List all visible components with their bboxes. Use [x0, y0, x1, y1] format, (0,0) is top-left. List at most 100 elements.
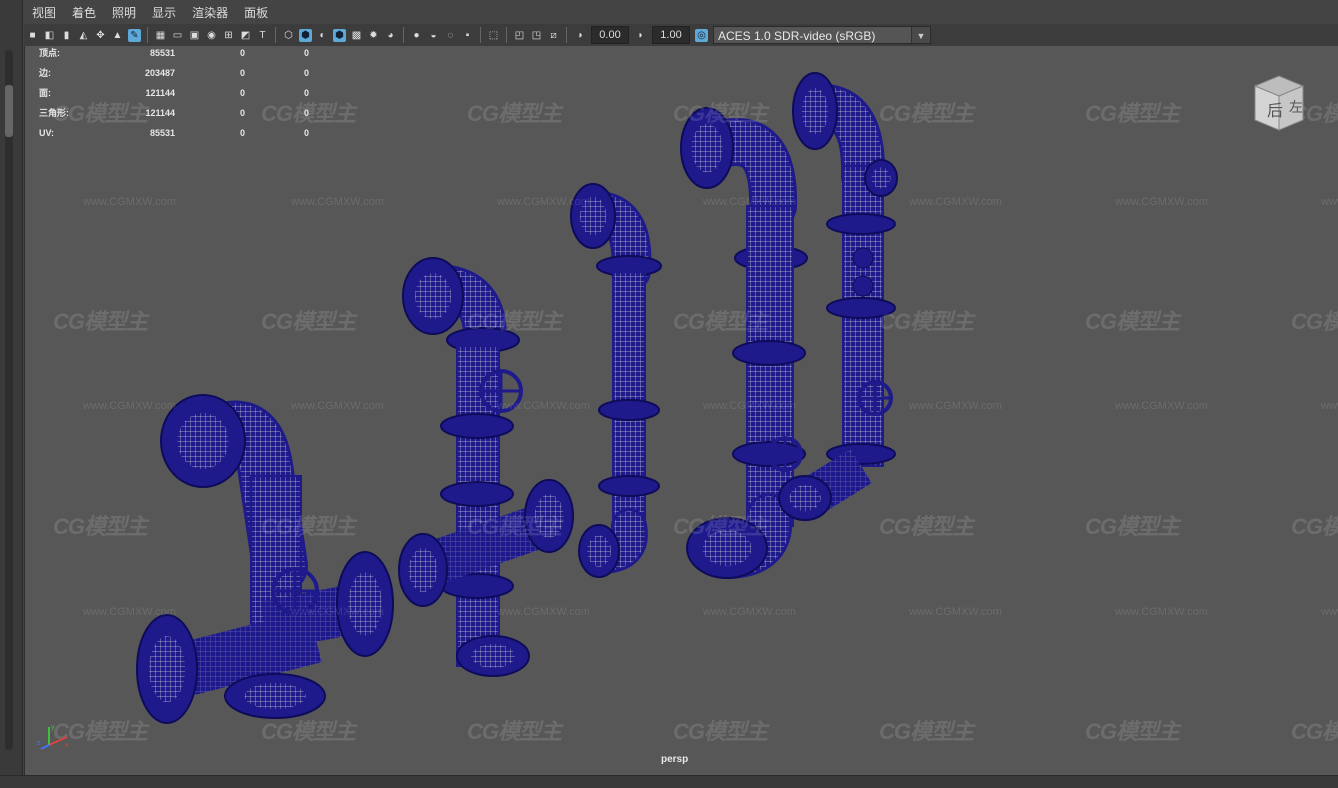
wireframe-on-shaded-icon[interactable]: ⬢: [333, 28, 346, 42]
motion-blur-icon[interactable]: ◒: [427, 29, 440, 42]
menu-item-5[interactable]: 面板: [236, 4, 276, 21]
camera-attributes-icon[interactable]: ◧: [43, 29, 56, 42]
watermark-brand: CG模型主: [467, 719, 562, 744]
watermark-url: www.CGMXW.com: [1115, 196, 1208, 208]
hud-count-component: 0: [303, 68, 309, 78]
watermark-url: www.CGMXW.com: [703, 606, 796, 618]
color-management-dropdown[interactable]: ACES 1.0 SDR-video (sRGB) ▼: [713, 26, 931, 44]
watermark-brand: CG模型主: [53, 309, 148, 334]
hud-row: 边: 203487 0 0: [39, 63, 309, 83]
hud-count-selected: 0: [239, 128, 245, 138]
watermark-url: www.CGMXW.com: [497, 196, 590, 208]
color-management-icon[interactable]: ◎: [695, 28, 708, 42]
flange-bore: [407, 547, 439, 593]
shadows-icon[interactable]: ◕: [384, 29, 397, 42]
perspective-viewport[interactable]: CG模型主 CG模型主 CG模型主 CG模型主 CG模型主 CG模型主 CG模型主 CG模型主…: [24, 46, 1338, 775]
hud-count-component: 0: [303, 48, 309, 58]
safe-action-icon[interactable]: ◩: [239, 29, 252, 42]
exposure-icon[interactable]: ◑: [573, 29, 586, 42]
textured-icon[interactable]: ▩: [350, 29, 363, 42]
watermark-brand: CG模型主: [467, 101, 562, 126]
camera-name-label: persp: [661, 754, 689, 765]
flange: [598, 399, 660, 421]
view-cube[interactable]: 后 左: [1249, 72, 1309, 132]
watermark-url: www.CGMXW.com: [83, 400, 176, 412]
axis-x-label: x: [65, 742, 69, 749]
flange-bore: [788, 483, 822, 513]
lights-icon[interactable]: ✹: [367, 29, 380, 42]
hud-count-component: 0: [303, 128, 309, 138]
menu-item-2[interactable]: 照明: [104, 4, 144, 21]
ao-icon[interactable]: ●: [410, 29, 423, 42]
axis-gizmo: x y z: [37, 724, 69, 750]
menu-item-4[interactable]: 渲染器: [184, 4, 236, 21]
watermark-url: www.CGMXW.com: [497, 606, 590, 618]
menu-item-0[interactable]: 视图: [24, 4, 64, 21]
field-chart-icon[interactable]: ⊞: [222, 29, 235, 42]
axis-y-label: y: [51, 724, 55, 731]
bookmark-icon[interactable]: ▮: [60, 29, 73, 42]
view-cube-back-label[interactable]: 后: [1267, 101, 1283, 120]
menu-item-3[interactable]: 显示: [144, 4, 184, 21]
xray-components-icon[interactable]: ⧄: [547, 29, 560, 42]
menu-item-1[interactable]: 着色: [64, 4, 104, 21]
grid-icon[interactable]: ▦: [154, 29, 167, 42]
left-scrollbar-thumb[interactable]: [5, 85, 13, 137]
gamma-field[interactable]: 1.00: [652, 26, 690, 44]
2d-pan-icon[interactable]: ✥: [94, 29, 107, 42]
hud-label: 面:: [39, 88, 51, 98]
safe-title-icon[interactable]: T: [256, 29, 269, 42]
film-gate-icon[interactable]: ▭: [171, 29, 184, 42]
gamma-icon[interactable]: ◗: [634, 29, 647, 42]
grease-pencil-icon[interactable]: ▲: [111, 29, 124, 42]
isolate-select-icon[interactable]: ⬚: [487, 29, 500, 42]
watermark-brand: CG模型主: [467, 514, 562, 539]
left-scrollbar[interactable]: [5, 50, 13, 750]
exposure-field[interactable]: 0.00: [591, 26, 629, 44]
chevron-down-icon[interactable]: ▼: [911, 27, 930, 43]
smooth-shade-icon[interactable]: ⬢: [299, 28, 312, 42]
xray-joints-icon[interactable]: ◳: [530, 29, 543, 42]
watermark-brand: CG模型主: [261, 514, 356, 539]
flange-bore: [870, 166, 892, 190]
default-material-icon[interactable]: ◐: [316, 29, 329, 42]
flange-bore: [690, 122, 724, 174]
wireframe-icon[interactable]: ⬡: [282, 29, 295, 42]
hud-label: 顶点:: [39, 48, 60, 58]
hud-count-total: 121144: [145, 108, 175, 118]
flange-bore: [176, 411, 230, 471]
pipe-segment: [746, 205, 794, 527]
flange-bore: [586, 534, 612, 568]
watermark-brand: CG模型主: [1085, 309, 1180, 334]
resolution-gate-icon[interactable]: ▣: [188, 29, 201, 42]
camera-icon[interactable]: ■: [26, 29, 39, 42]
anti-aliasing-icon[interactable]: ◌: [444, 29, 457, 42]
watermark-url: www.CGMXW.com: [909, 400, 1002, 412]
color-management-value: ACES 1.0 SDR-video (sRGB): [718, 29, 876, 43]
hud-label: UV:: [39, 128, 55, 138]
hud-count-selected: 0: [239, 88, 245, 98]
watermark-brand: CG模型主: [1291, 514, 1338, 539]
watermark-url: www.CGMXW.com: [291, 196, 384, 208]
pencil-icon[interactable]: ✎: [128, 28, 141, 42]
view-cube-left-label[interactable]: 左: [1289, 100, 1303, 116]
hud-row: 三角形: 121144 0 0: [39, 103, 309, 123]
valve-body: [852, 247, 874, 269]
gate-mask-icon[interactable]: ◉: [205, 29, 218, 42]
watermark-url: www.CGMXW.com: [497, 400, 590, 412]
flange-bore: [470, 643, 516, 669]
watermark-url: www.CGMXW.com: [1321, 400, 1338, 412]
hud-label: 边:: [39, 68, 51, 78]
toolbar-separator: [566, 27, 567, 43]
watermark-brand: CG模型主: [879, 101, 974, 126]
image-plane-icon[interactable]: ◭: [77, 29, 90, 42]
panel-menubar: 视图 着色 照明 显示 渲染器 面板: [24, 0, 1338, 24]
left-tool-strip: [0, 0, 23, 787]
xray-icon[interactable]: ◰: [513, 29, 526, 42]
watermark-brand: CG模型主: [1291, 309, 1338, 334]
toolbar-separator: [403, 27, 404, 43]
hud-row: UV: 85531 0 0: [39, 123, 309, 143]
flange-bore: [413, 271, 453, 321]
depth-of-field-icon[interactable]: ▪: [461, 29, 474, 42]
hud-count-selected: 0: [239, 48, 245, 58]
